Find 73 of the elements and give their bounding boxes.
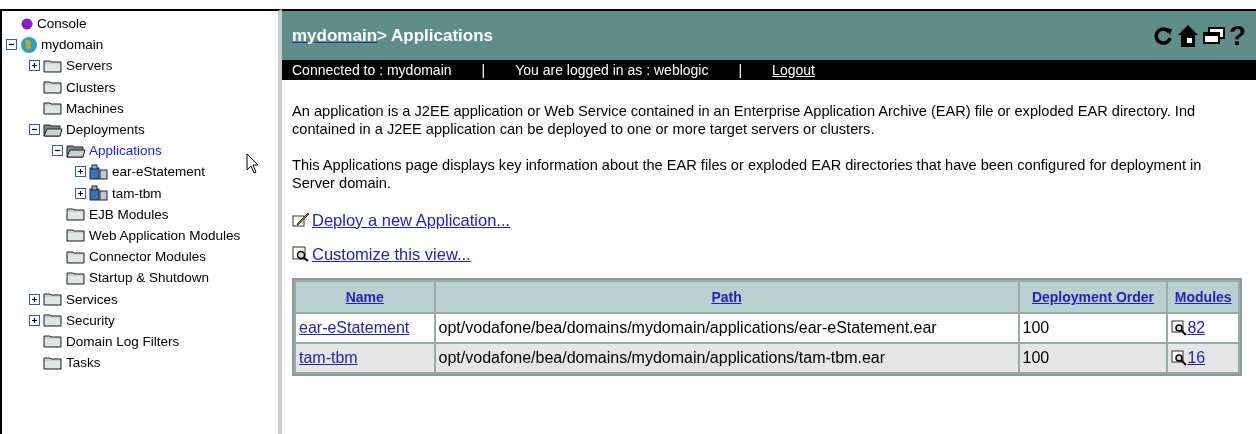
- column-header[interactable]: Path: [435, 282, 1018, 312]
- folder-icon: [43, 291, 63, 308]
- tree-item[interactable]: Tasks: [66, 355, 101, 371]
- collapse-toggle[interactable]: [29, 124, 40, 136]
- connection-text: Connected to : mydomain: [292, 62, 452, 78]
- help-icon[interactable]: ?: [1228, 21, 1246, 50]
- open-folder-icon: [43, 121, 63, 138]
- folder-icon: [66, 248, 86, 265]
- separator: |: [738, 62, 743, 78]
- magnifier-icon: [1171, 320, 1188, 336]
- folder-icon: [43, 79, 63, 96]
- tree-item[interactable]: Security: [66, 312, 115, 328]
- tree-item[interactable]: Startup & Shutdown: [89, 270, 210, 286]
- home-icon[interactable]: [1176, 23, 1199, 48]
- separator: |: [481, 62, 486, 78]
- application-link[interactable]: tam-tbm: [299, 349, 358, 366]
- tree-item[interactable]: tam-tbm: [112, 185, 162, 201]
- expand-toggle[interactable]: [29, 293, 40, 305]
- tree-item[interactable]: Machines: [66, 100, 124, 116]
- collapse-toggle[interactable]: [52, 145, 63, 157]
- tree-item[interactable]: Deployments: [66, 122, 145, 138]
- collapse-toggle[interactable]: [6, 39, 17, 51]
- expand-toggle[interactable]: [29, 60, 40, 72]
- column-header[interactable]: Name: [296, 282, 434, 312]
- modules-link[interactable]: 16: [1187, 349, 1206, 367]
- tree-item[interactable]: Servers: [66, 58, 113, 74]
- tree-item[interactable]: Console: [37, 16, 87, 32]
- cursor-icon: [246, 153, 260, 175]
- magnifier-icon: [292, 246, 310, 262]
- tree-item[interactable]: EJB Modules: [89, 206, 169, 222]
- folder-icon: [66, 206, 86, 223]
- expand-toggle[interactable]: [29, 314, 40, 326]
- tree-item[interactable]: Domain Log Filters: [66, 333, 180, 349]
- tree-item[interactable]: Web Application Modules: [89, 227, 241, 243]
- ball-icon: [20, 16, 34, 31]
- table-cell: opt/vodafone/bea/domains/mydomain/applications/tam-tbm.ear: [435, 344, 1018, 372]
- globe-icon: [20, 35, 38, 54]
- folder-icon: [66, 227, 86, 244]
- windows-icon[interactable]: [1201, 25, 1226, 46]
- modules-link[interactable]: 82: [1187, 319, 1206, 337]
- table-cell: 100: [1019, 314, 1167, 342]
- tree-item[interactable]: ear-eStatement: [112, 164, 206, 180]
- folder-icon: [66, 269, 86, 286]
- description-paragraph: This Applications page displays key information about the EAR files or exploded EAR directories that have been configured for deployment in Server domain.: [292, 156, 1203, 192]
- folder-icon: [43, 333, 63, 350]
- application-link[interactable]: ear-eStatement: [299, 319, 410, 336]
- folder-icon: [43, 100, 63, 117]
- package-icon: [89, 185, 109, 202]
- description-paragraph: An application is a J2EE application or Web Service contained in an Enterprise Application Archive (EAR) file or exploded EAR directory. Ind contained in a J2EE application can be deployed to one or more target servers or clusters.: [292, 102, 1197, 138]
- column-header[interactable]: Deployment Order: [1019, 282, 1167, 312]
- logout-link[interactable]: Logout: [772, 62, 815, 78]
- table-cell: 100: [1019, 344, 1167, 372]
- page-title: > Applications: [377, 25, 494, 45]
- folder-icon: [43, 57, 63, 74]
- tree-item[interactable]: Applications: [89, 143, 162, 159]
- tree-item[interactable]: mydomain: [41, 37, 104, 53]
- tree-item[interactable]: Connector Modules: [89, 249, 207, 265]
- column-header[interactable]: Modules: [1168, 282, 1238, 312]
- magnifier-icon: [1171, 350, 1188, 366]
- login-text: You are logged in as : weblogic: [515, 62, 709, 78]
- tree-item[interactable]: Services: [66, 291, 118, 307]
- package-icon: [89, 163, 109, 180]
- action-link[interactable]: Deploy a new Application...: [312, 210, 511, 230]
- action-link[interactable]: Customize this view...: [312, 244, 471, 264]
- folder-icon: [43, 312, 63, 329]
- open-folder-icon: [66, 142, 86, 159]
- tree-item[interactable]: Clusters: [66, 79, 116, 95]
- expand-toggle[interactable]: [75, 187, 86, 199]
- table-cell: opt/vodafone/bea/domains/mydomain/applications/ear-eStatement.ear: [435, 314, 1018, 342]
- breadcrumb-link[interactable]: mydomain: [292, 25, 378, 45]
- folder-icon: [43, 354, 63, 371]
- pencil-icon: [292, 212, 310, 228]
- expand-toggle[interactable]: [75, 166, 86, 178]
